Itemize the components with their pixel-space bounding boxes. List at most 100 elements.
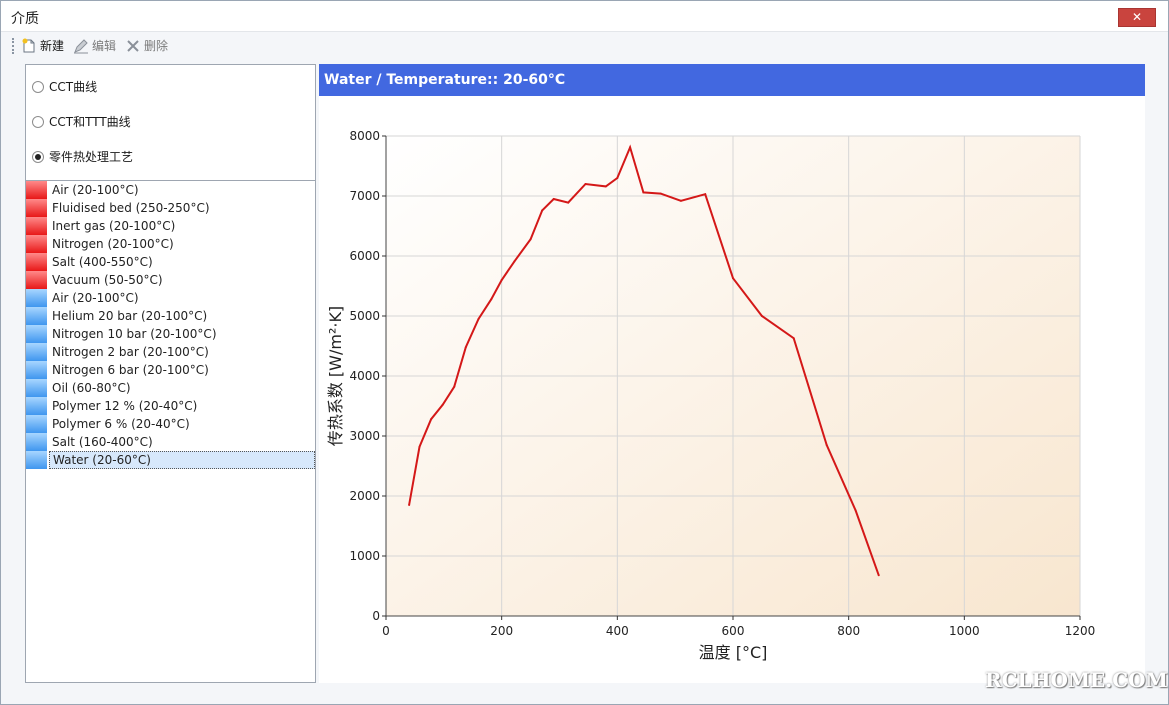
radio-cct-ttt[interactable]: CCT和TTT曲线: [32, 114, 131, 130]
medium-label: Nitrogen 10 bar (20-100°C): [52, 327, 217, 341]
data-point: [529, 238, 532, 241]
y-tick-label: 1000: [349, 549, 380, 563]
data-point: [854, 509, 857, 512]
data-point: [490, 298, 493, 301]
y-tick-label: 8000: [349, 129, 380, 143]
data-point: [792, 337, 795, 340]
medium-label: Air (20-100°C): [52, 183, 139, 197]
left-panel: CCT曲线 CCT和TTT曲线 零件热处理工艺 Air (20-100°C) Fl…: [25, 64, 316, 683]
medium-color-swatch: [26, 181, 47, 199]
medium-label: Nitrogen 2 bar (20-100°C): [52, 345, 209, 359]
window-title: 介质: [11, 11, 39, 27]
x-tick-label: 1200: [1065, 624, 1096, 638]
radio-dot: [32, 81, 44, 93]
y-axis-label: 传热系数 [W/m²·K]: [326, 306, 345, 446]
chart-header: Water / Temperature:: 20-60°C: [319, 64, 1145, 96]
data-point: [541, 209, 544, 212]
data-point: [877, 574, 880, 577]
x-tick-label: 200: [490, 624, 513, 638]
list-item[interactable]: Air (20-100°C): [26, 289, 315, 307]
radio-dot-checked: [32, 151, 44, 163]
medium-color-swatch: [26, 415, 47, 433]
medium-color-swatch: [26, 217, 47, 235]
medium-label: Inert gas (20-100°C): [52, 219, 176, 233]
medium-label: Vacuum (50-50°C): [52, 273, 163, 287]
chart: 0 200 400 600 800 1000 1200 0 1000 2000 3000 4000 50…: [326, 129, 1096, 662]
list-item[interactable]: Helium 20 bar (20-100°C): [26, 307, 315, 325]
delete-x-icon: [127, 40, 139, 52]
new-button[interactable]: 新建: [21, 37, 64, 55]
medium-color-swatch: [26, 397, 47, 415]
list-item[interactable]: Oil (60-80°C): [26, 379, 315, 397]
edit-pencil-icon: [74, 39, 88, 54]
medium-color-swatch: [26, 325, 47, 343]
list-item[interactable]: Vacuum (50-50°C): [26, 271, 315, 289]
medium-color-swatch: [26, 271, 47, 289]
data-point: [441, 403, 444, 406]
y-tick-label: 7000: [349, 189, 380, 203]
medium-list: Air (20-100°C) Fluidised bed (250-250°C) I…: [26, 181, 315, 469]
list-item[interactable]: Salt (400-550°C): [26, 253, 315, 271]
data-point: [408, 504, 411, 506]
medium-color-swatch: [26, 199, 47, 217]
list-item[interactable]: Nitrogen (20-100°C): [26, 235, 315, 253]
data-point: [464, 346, 467, 349]
radio-part-heat-treatment-label: 零件热处理工艺: [49, 150, 134, 164]
list-item[interactable]: Fluidised bed (250-250°C): [26, 199, 315, 217]
watermark: RCLHOME.COM: [985, 668, 1168, 692]
x-tick-label: 400: [606, 624, 629, 638]
list-item[interactable]: Polymer 12 % (20-40°C): [26, 397, 315, 415]
data-point: [552, 198, 555, 200]
medium-label: Nitrogen 6 bar (20-100°C): [52, 363, 209, 377]
radio-cct[interactable]: CCT曲线: [32, 79, 97, 95]
medium-color-swatch: [26, 253, 47, 271]
medium-label: Oil (60-80°C): [52, 381, 131, 395]
data-point: [604, 185, 607, 188]
data-point: [732, 277, 734, 280]
list-item[interactable]: Polymer 6 % (20-40°C): [26, 415, 315, 433]
data-point: [616, 177, 619, 179]
data-point: [500, 279, 503, 281]
data-point: [659, 192, 662, 195]
delete-button[interactable]: 删除: [125, 37, 168, 55]
radio-part-heat-treatment[interactable]: 零件热处理工艺: [32, 149, 133, 165]
data-point: [629, 146, 632, 149]
medium-label: Polymer 12 % (20-40°C): [52, 399, 198, 413]
medium-label: Water (20-60°C): [49, 451, 315, 469]
medium-label: Air (20-100°C): [52, 291, 139, 305]
radio-cct-ttt-label: CCT和TTT曲线: [49, 115, 131, 129]
medium-color-swatch: [26, 235, 47, 253]
new-document-icon: [22, 38, 35, 53]
y-tick-label: 6000: [349, 249, 380, 263]
title-bar: 介质 ✕: [1, 1, 1168, 32]
y-tick-label: 5000: [349, 309, 380, 323]
list-item[interactable]: Inert gas (20-100°C): [26, 217, 315, 235]
radio-cct-label: CCT曲线: [49, 80, 98, 94]
medium-color-swatch: [26, 451, 47, 469]
radio-dot: [32, 116, 44, 128]
window: 介质 ✕ 新建 编辑 删除 CCT曲线 CCT和TTT曲线 零件热处理工艺 Ai…: [0, 0, 1169, 705]
medium-color-swatch: [26, 343, 47, 361]
medium-label: Nitrogen (20-100°C): [52, 237, 174, 251]
edit-button[interactable]: 编辑: [73, 37, 116, 55]
y-tick-label: 2000: [349, 489, 380, 503]
toolbar: 新建 编辑 删除: [9, 35, 1159, 57]
x-tick-label: 600: [722, 624, 745, 638]
list-item[interactable]: Air (20-100°C): [26, 181, 315, 199]
data-point: [513, 260, 516, 263]
data-point: [477, 318, 480, 320]
edit-button-label: 编辑: [92, 39, 117, 53]
list-item[interactable]: Salt (160-400°C): [26, 433, 315, 451]
data-point: [825, 444, 828, 446]
x-axis-label: 温度 [°C]: [699, 643, 768, 662]
close-button[interactable]: ✕: [1118, 8, 1156, 27]
delete-button-label: 删除: [144, 39, 169, 53]
toolbar-grip: [12, 38, 17, 54]
data-point: [567, 201, 570, 204]
medium-color-swatch: [26, 361, 47, 379]
list-item[interactable]: Nitrogen 6 bar (20-100°C): [26, 361, 315, 379]
list-item[interactable]: Water (20-60°C): [26, 451, 315, 469]
list-item[interactable]: Nitrogen 10 bar (20-100°C): [26, 325, 315, 343]
list-item[interactable]: Nitrogen 2 bar (20-100°C): [26, 343, 315, 361]
medium-label: Salt (160-400°C): [52, 435, 153, 449]
